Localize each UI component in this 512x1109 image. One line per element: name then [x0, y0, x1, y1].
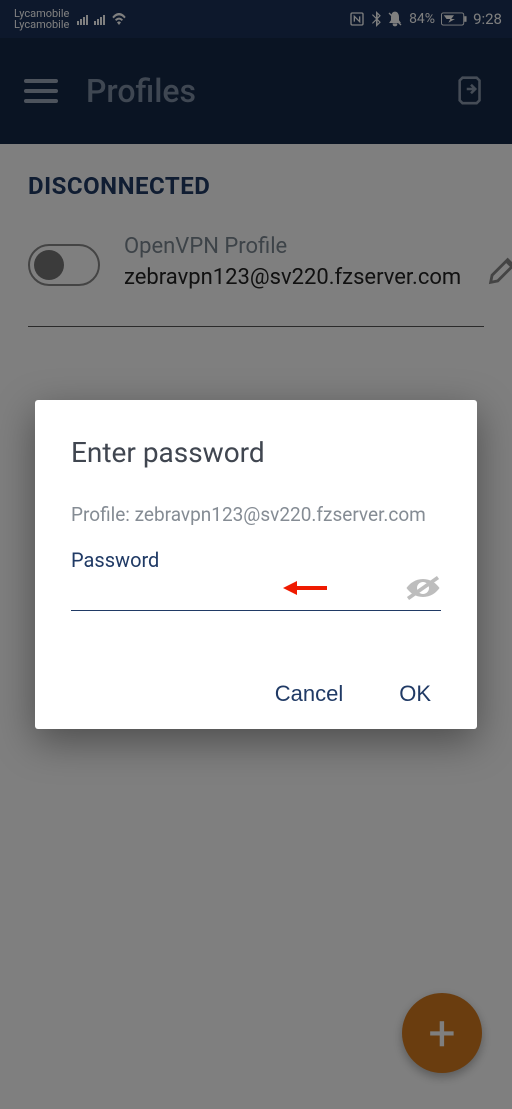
modal-overlay[interactable]: Enter password Profile: zebravpn123@sv22… — [0, 0, 512, 1109]
cancel-button[interactable]: Cancel — [275, 681, 343, 707]
password-label: Password — [71, 548, 441, 572]
toggle-visibility-icon[interactable] — [405, 574, 441, 606]
ok-button[interactable]: OK — [399, 681, 431, 707]
dialog-subtitle: Profile: zebravpn123@sv220.fzserver.com — [71, 503, 441, 526]
password-dialog: Enter password Profile: zebravpn123@sv22… — [35, 400, 477, 729]
dialog-title: Enter password — [71, 436, 441, 469]
password-input[interactable] — [71, 574, 405, 606]
